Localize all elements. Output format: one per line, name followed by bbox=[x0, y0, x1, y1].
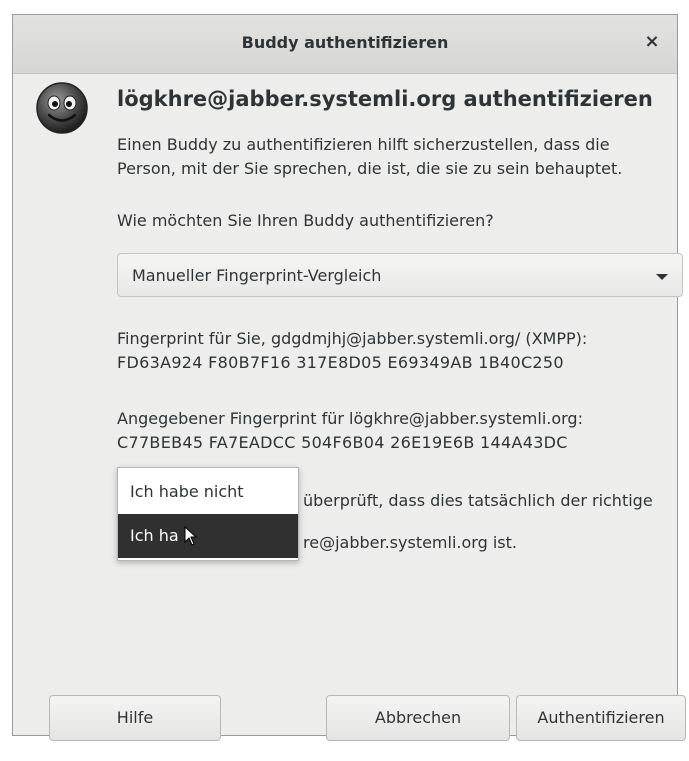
buddy-fingerprint: Angegebener Fingerprint für lögkhre@jabb… bbox=[117, 407, 683, 455]
chevron-down-icon bbox=[656, 274, 668, 280]
auth-method-select[interactable]: Manueller Fingerprint-Vergleich bbox=[117, 253, 683, 297]
buddy-fingerprint-value: C77BEB45 FA7EADCC 504F6B04 26E19E6B 144A… bbox=[117, 433, 568, 452]
dialog-content: lögkhre@jabber.systemli.org authentifizi… bbox=[117, 85, 683, 561]
verify-option-verified[interactable]: Ich ha bbox=[118, 514, 298, 558]
intro-text-line2: Person, mit der Sie sprechen, die ist, d… bbox=[117, 159, 623, 178]
verify-option-verified-label: Ich ha bbox=[130, 526, 179, 545]
own-fingerprint-value: FD63A924 F80B7F16 317E8D05 E69349AB 1B40… bbox=[117, 353, 564, 372]
verify-dropdown-popup: Ich habe nicht Ich ha bbox=[117, 467, 299, 561]
smiley-face-icon bbox=[36, 82, 88, 134]
auth-dialog: Buddy authentifizieren × lögkhre@jabber.… bbox=[12, 14, 686, 741]
mouse-pointer-icon bbox=[184, 526, 198, 546]
verify-option-not-verified[interactable]: Ich habe nicht bbox=[118, 470, 298, 514]
own-fingerprint: Fingerprint für Sie, gdgdmjhj@jabber.sys… bbox=[117, 327, 683, 375]
cancel-button[interactable]: Abbrechen bbox=[326, 695, 510, 741]
own-fingerprint-label: Fingerprint für Sie, gdgdmjhj@jabber.sys… bbox=[117, 329, 588, 348]
title-bar: Buddy authentifizieren × bbox=[13, 15, 677, 74]
close-icon[interactable]: × bbox=[641, 31, 663, 53]
intro-text-line1: Einen Buddy zu authentifizieren hilft si… bbox=[117, 135, 610, 154]
help-button[interactable]: Hilfe bbox=[49, 695, 221, 741]
buddy-fingerprint-label: Angegebener Fingerprint für lögkhre@jabb… bbox=[117, 409, 583, 428]
auth-method-selected: Manueller Fingerprint-Vergleich bbox=[132, 266, 382, 285]
verify-text-line2: re@jabber.systemli.org ist. bbox=[303, 533, 517, 552]
method-question: Wie möchten Sie Ihren Buddy authentifizi… bbox=[117, 211, 494, 230]
window-title: Buddy authentifizieren bbox=[241, 33, 449, 52]
verify-text-line1: überprüft, dass dies tatsächlich der ric… bbox=[303, 491, 653, 510]
page-title: lögkhre@jabber.systemli.org authentifizi… bbox=[117, 87, 653, 111]
authenticate-button[interactable]: Authentifizieren bbox=[516, 695, 686, 741]
